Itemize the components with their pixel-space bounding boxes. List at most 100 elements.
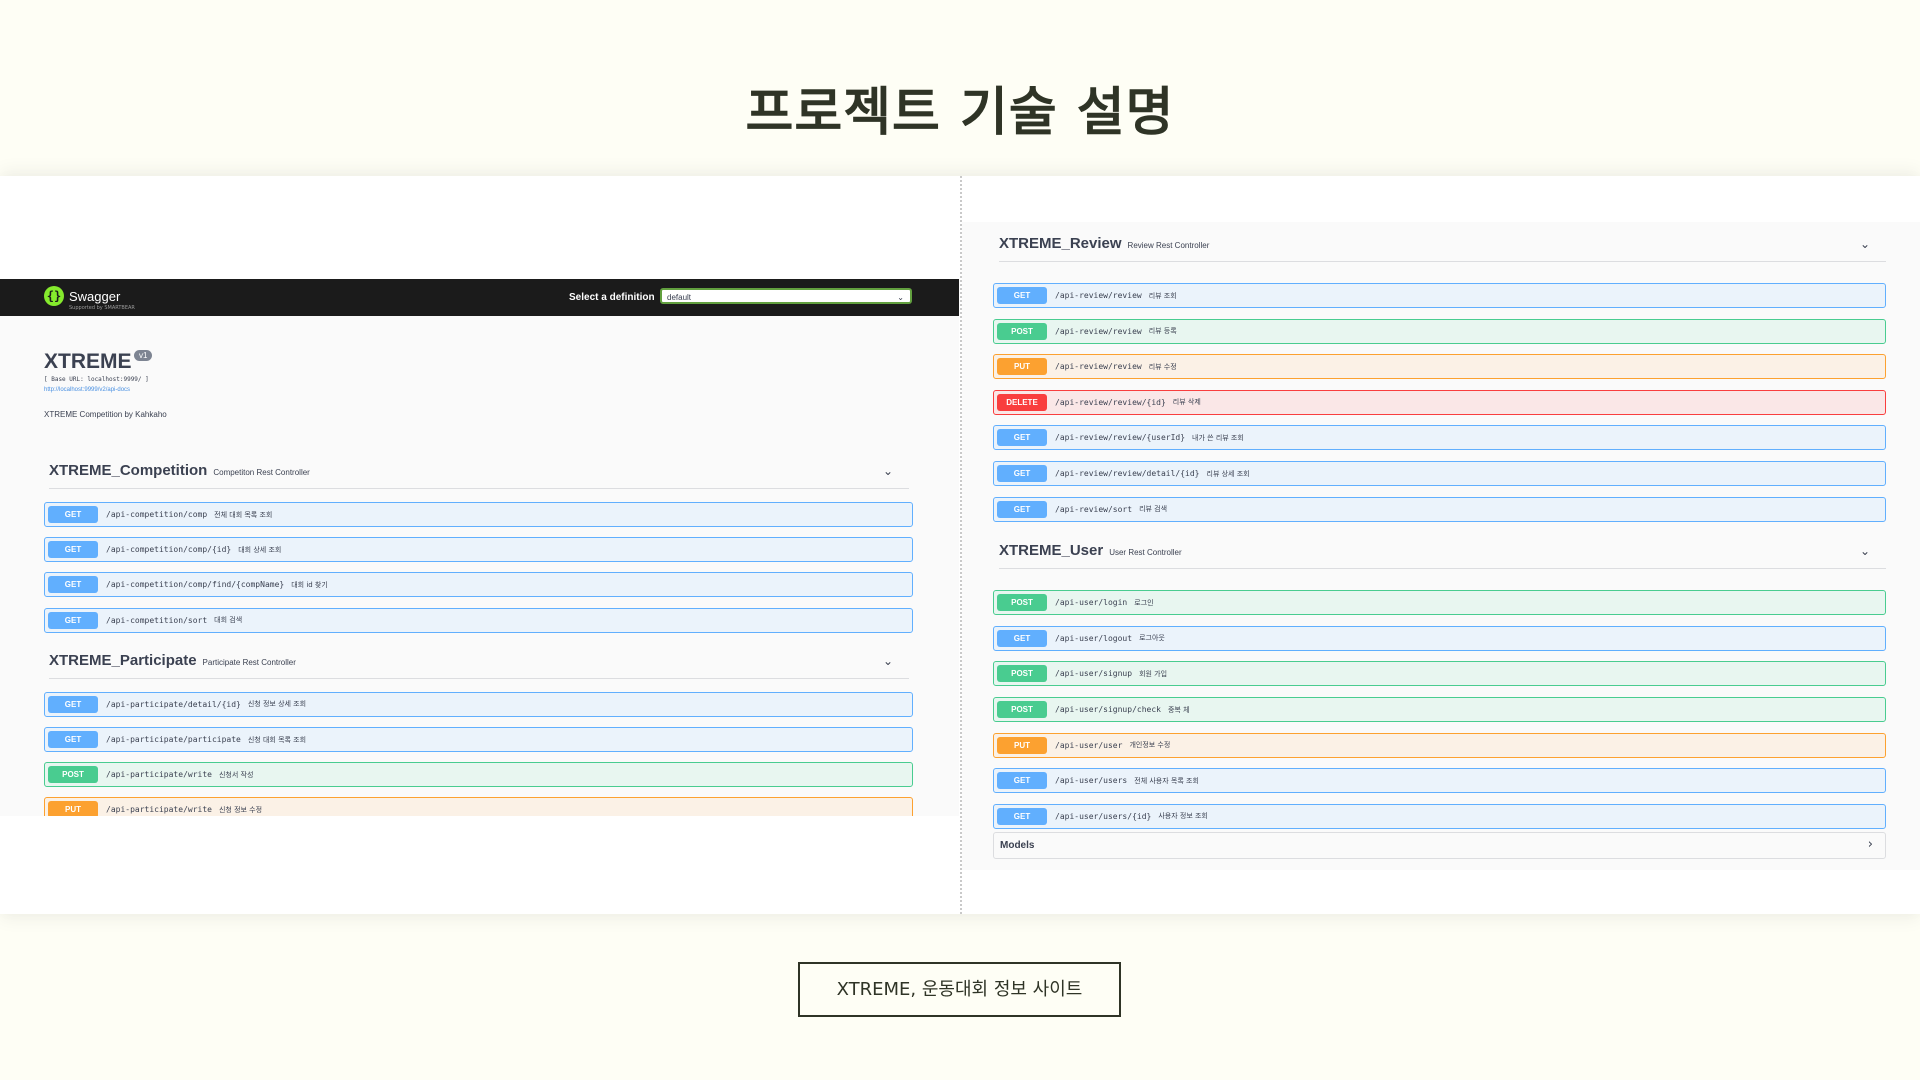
endpoint-summary: 리뷰 검색 (1139, 505, 1168, 514)
definition-select[interactable]: default ⌄ (660, 288, 912, 304)
endpoint-path: /api-participate/participate (106, 735, 241, 744)
chevron-down-icon[interactable]: ⌄ (883, 654, 893, 668)
endpoint-path: /api-competition/sort (106, 615, 208, 625)
swagger-left-panel: {} Swagger Supported by SMARTBEAR Select… (0, 279, 959, 816)
slide-caption: XTREME, 운동대회 정보 사이트 (798, 962, 1121, 1017)
api-description: XTREME Competition by Kahkaho (44, 410, 167, 419)
swagger-logo-text: Swagger (69, 288, 121, 304)
endpoint-path: /api-review/review (1055, 291, 1142, 300)
tag-header[interactable]: XTREME_User User Rest Controller ⌄ (999, 542, 1886, 570)
endpoint-summary: 리뷰 수정 (1148, 362, 1177, 371)
http-method-badge: GET (997, 429, 1047, 447)
tag-name: XTREME_Review (999, 235, 1122, 252)
http-method-badge: GET (48, 731, 98, 748)
operation-row[interactable]: GET/api-review/sort 리뷰 검색 (993, 496, 1886, 522)
tag-name: XTREME_Competition (49, 462, 208, 479)
operation-row[interactable]: GET/api-competition/sort 대회 검색 (44, 607, 913, 633)
operation-row[interactable]: PUT/api-participate/write 신청 정보 수정 (44, 797, 913, 816)
endpoint-path: /api-review/review (1055, 362, 1142, 372)
http-method-badge: GET (48, 506, 98, 523)
endpoint-path: /api-participate/write (106, 770, 212, 780)
swagger-right-panel: XTREME_Review Review Rest Controller ⌄ GET /… (962, 222, 1920, 870)
http-method-badge: PUT (997, 358, 1047, 376)
operation-row[interactable]: GET/api-user/logout 로그아웃 (993, 625, 1886, 651)
base-url: [ Base URL: localhost:9999/ ] (44, 376, 149, 383)
operation-row[interactable]: PUT/api-user/user 개인정보 수정 (993, 732, 1886, 758)
swagger-logo[interactable]: {} Swagger Supported by SMARTBEAR (44, 286, 135, 311)
operation-row[interactable]: GET/api-competition/comp/find/{compName}… (44, 572, 913, 598)
definition-select-value: default (667, 293, 692, 302)
operation-row[interactable]: GET/api-participate/participate 신청 대회 목록 … (44, 727, 913, 752)
endpoint-summary: 회원 가입 (1139, 669, 1168, 678)
tag-description: Competiton Rest Controller (213, 468, 310, 477)
endpoint-path: /api-user/user (1055, 740, 1123, 750)
operation-row[interactable]: GET/api-competition/comp 전체 대회 목록 조회 (44, 502, 913, 527)
tag-header[interactable]: XTREME_Review Review Rest Controller ⌄ (999, 235, 1886, 262)
operation-row[interactable]: DELETE/api-review/review/{id} 리뷰 삭제 (993, 389, 1886, 415)
endpoint-path: /api-competition/comp (106, 510, 208, 519)
operation-row[interactable]: GET/api-competition/comp/{id} 대회 상세 조회 (44, 537, 913, 563)
http-method-badge: PUT (997, 736, 1047, 754)
operation-row[interactable]: GET/api-review/review/{userId} 내가 쓴 리뷰 조회 (993, 425, 1886, 451)
operation-row[interactable]: PUT/api-review/review 리뷰 수정 (993, 354, 1886, 380)
http-method-badge: GET (48, 576, 98, 594)
endpoint-summary: 내가 쓴 리뷰 조회 (1192, 433, 1244, 442)
endpoint-summary: 로그인 (1134, 598, 1154, 607)
http-method-badge: GET (997, 807, 1047, 825)
endpoint-summary: 로그아웃 (1139, 634, 1165, 643)
slide-title: 프로젝트 기술 설명 (745, 83, 1175, 143)
operation-row[interactable]: GET/api-review/review/detail/{id} 리뷰 상세 조… (993, 461, 1886, 486)
endpoint-summary: 신청 정보 상세 조회 (247, 700, 307, 709)
swagger-topbar: {} Swagger Supported by SMARTBEAR Select… (0, 279, 959, 316)
definition-label: Select a definition (569, 292, 655, 303)
endpoint-path: /api-competition/comp/find/{compName} (106, 580, 285, 590)
http-method-badge: POST (48, 766, 98, 784)
chevron-down-icon[interactable]: ⌄ (1860, 544, 1870, 558)
operation-row[interactable]: POST/api-user/login 로그인 (993, 590, 1886, 616)
http-method-badge: DELETE (997, 393, 1047, 411)
endpoint-summary: 리뷰 등록 (1148, 327, 1177, 336)
endpoint-path: /api-user/login (1055, 598, 1128, 608)
chevron-down-icon[interactable]: ⌄ (883, 464, 893, 478)
api-docs-link[interactable]: http://localhost:9999/v2/api-docs (44, 387, 130, 393)
tag-name: XTREME_User (999, 542, 1104, 560)
models-label: Models (1000, 840, 1035, 851)
endpoint-path: /api-user/signup (1055, 669, 1133, 679)
operation-row[interactable]: GET/api-participate/detail/{id} 신청 정보 상세 … (44, 691, 913, 717)
operation-row[interactable]: POST/api-user/signup/check 중복 체 (993, 697, 1886, 722)
endpoint-summary: 중복 체 (1167, 705, 1190, 714)
api-title: XTREME (44, 350, 132, 373)
operation-row[interactable]: GET/api-user/users 전체 사용자 목록 조회 (993, 768, 1886, 794)
models-section[interactable]: Models › (993, 832, 1886, 859)
tag-description: Review Rest Controller (1127, 241, 1210, 250)
swagger-logo-icon: {} (44, 286, 64, 306)
endpoint-summary: 신청 대회 목록 조회 (247, 735, 307, 744)
endpoint-path: /api-user/signup/check (1055, 705, 1161, 714)
endpoint-path: /api-review/sort (1055, 504, 1133, 514)
endpoint-summary: 대회 id 찾기 (291, 580, 328, 589)
endpoint-summary: 대회 검색 (214, 616, 243, 625)
tag-name: XTREME_Participate (49, 651, 197, 669)
http-method-badge: PUT (48, 801, 98, 816)
tag-header[interactable]: XTREME_Participate Participate Rest Contr… (49, 652, 909, 679)
http-method-badge: POST (997, 322, 1047, 340)
http-method-badge: POST (997, 701, 1047, 718)
tag-header[interactable]: XTREME_Competition Competiton Rest Contro… (49, 462, 909, 489)
endpoint-summary: 신청서 작성 (218, 770, 254, 779)
operation-row[interactable]: GET/api-user/users/{id} 사용자 정보 조회 (993, 803, 1886, 829)
operation-row[interactable]: GET/api-review/review 리뷰 조회 (993, 283, 1886, 308)
operation-row[interactable]: POST/api-review/review 리뷰 등록 (993, 318, 1886, 344)
http-method-badge: GET (48, 695, 98, 713)
chevron-down-icon[interactable]: ⌄ (1860, 237, 1870, 251)
http-method-badge: GET (48, 541, 98, 559)
operation-row[interactable]: POST/api-participate/write 신청서 작성 (44, 762, 913, 788)
endpoint-path: /api-participate/write (106, 805, 212, 815)
http-method-badge: POST (997, 594, 1047, 612)
http-method-badge: GET (997, 465, 1047, 482)
chevron-right-icon: › (1867, 837, 1873, 852)
operation-row[interactable]: POST/api-user/signup 회원 가입 (993, 661, 1886, 687)
endpoint-summary: 전체 사용자 목록 조회 (1134, 776, 1199, 785)
endpoint-summary: 리뷰 삭제 (1172, 398, 1201, 407)
http-method-badge: GET (997, 500, 1047, 518)
endpoint-summary: 전체 대회 목록 조회 (214, 510, 273, 519)
